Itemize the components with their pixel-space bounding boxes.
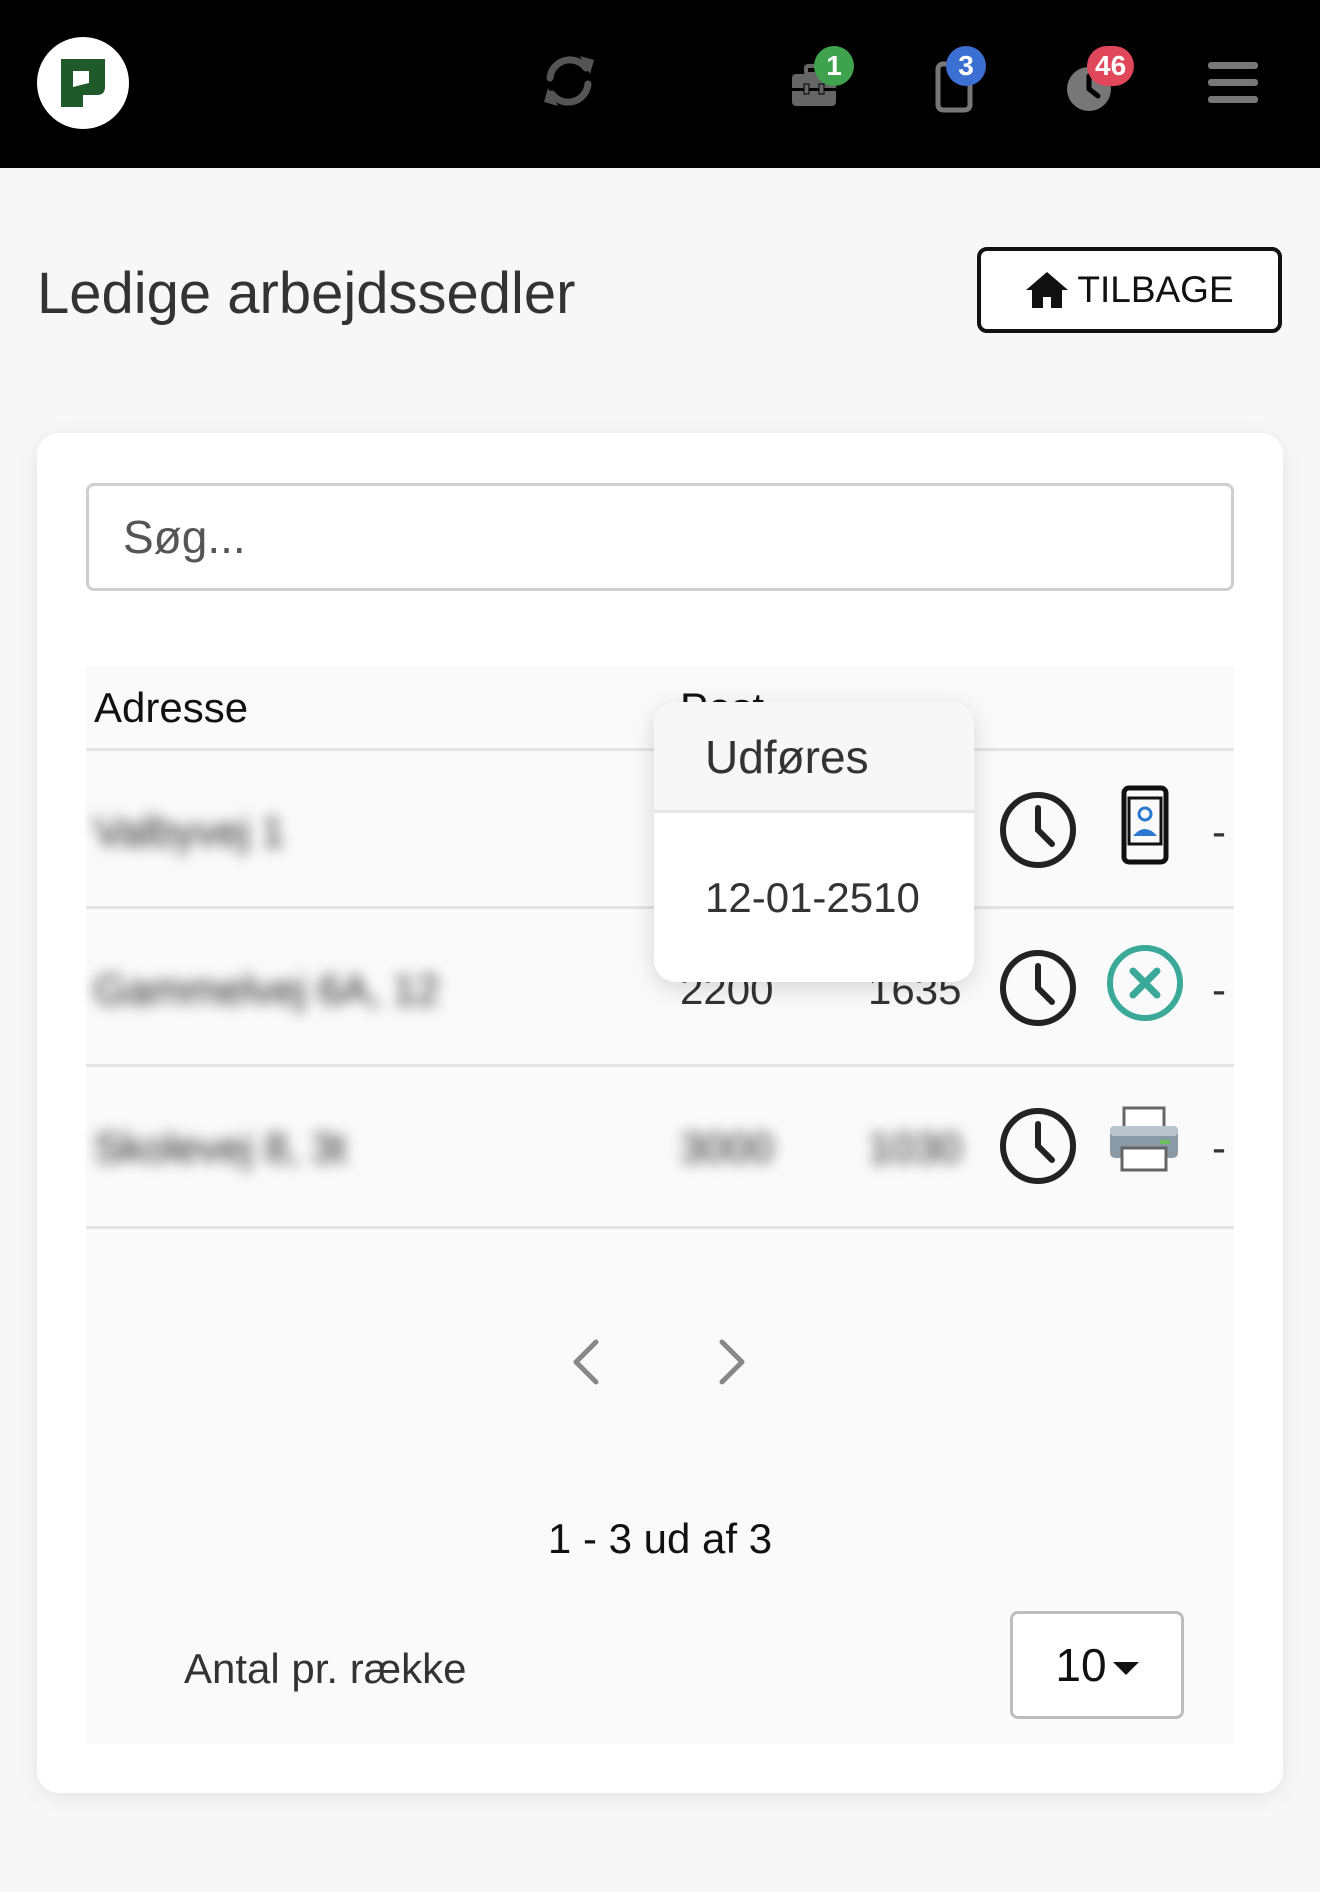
caret-down-icon: [1112, 1661, 1139, 1675]
row-2-trailing: -: [1212, 966, 1226, 1013]
popover-value: 12-01-2510: [705, 874, 920, 921]
row-1-trailing: -: [1212, 808, 1226, 855]
page-title: Ledige arbejdssedler: [37, 261, 576, 326]
phone-person-icon[interactable]: [1120, 784, 1170, 866]
search-input[interactable]: [86, 483, 1234, 591]
top-bar: 1 3 46: [0, 0, 1320, 168]
cancel-icon[interactable]: [1104, 942, 1186, 1024]
rows-per-page-label: Antal pr. række: [184, 1645, 467, 1692]
chevron-left-icon[interactable]: [568, 1338, 604, 1386]
row-3-trailing: -: [1212, 1124, 1226, 1171]
table-bottom-divider: [86, 1226, 1234, 1229]
row-1-address: Valbyvej 1: [94, 808, 285, 855]
rows-per-page-value: 10: [1055, 1639, 1107, 1691]
clock-badge: 46: [1087, 46, 1135, 86]
popover-title: Udføres: [705, 731, 869, 783]
row-divider: [86, 1064, 1234, 1067]
back-button-label: TILBAGE: [1077, 269, 1234, 310]
printer-icon[interactable]: [1106, 1104, 1182, 1174]
chevron-right-icon[interactable]: [714, 1338, 750, 1386]
date-popover: Udføres 12-01-2510: [654, 702, 974, 982]
clock-icon[interactable]: [998, 948, 1078, 1028]
row-2-address: Gammelvej 6A, 12: [94, 966, 440, 1013]
clock-icon[interactable]: [998, 1106, 1078, 1186]
toolbox-badge: 1: [814, 46, 854, 86]
rows-per-page-select[interactable]: 10: [1010, 1611, 1184, 1719]
refresh-icon[interactable]: [540, 52, 598, 110]
phone-badge: 3: [946, 46, 986, 86]
clock-icon[interactable]: [998, 790, 1078, 870]
column-header-adresse[interactable]: Adresse: [94, 684, 248, 732]
menu-icon[interactable]: [1208, 62, 1258, 104]
row-3-address: Skolevej 8, 3t: [94, 1124, 347, 1171]
home-icon: [1026, 272, 1069, 308]
pagination-range: 1 - 3 ud af 3: [547, 1515, 773, 1562]
row-3-post: 3000: [680, 1124, 774, 1171]
row-3-number: 1030: [868, 1124, 962, 1171]
logo-icon[interactable]: [37, 37, 129, 129]
back-button[interactable]: TILBAGE: [977, 247, 1282, 333]
popover-header: Udføres: [654, 702, 974, 813]
